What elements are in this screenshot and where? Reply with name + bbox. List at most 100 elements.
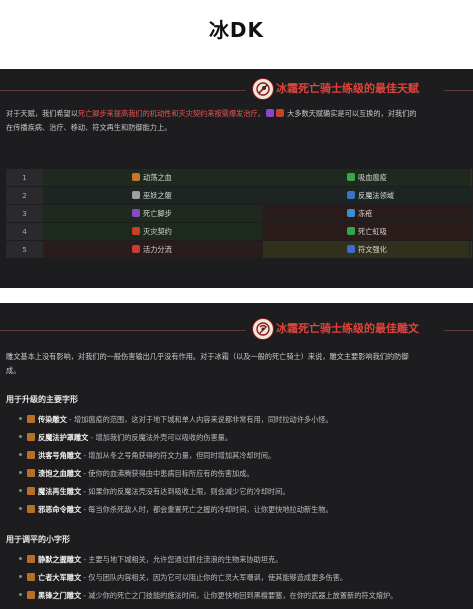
intro-highlight: 死亡脚步来提高我们的机动性和灭灾契约来按需爆发治疗。 [77, 109, 265, 118]
glyph-name[interactable]: 静默之握雕文 [38, 555, 81, 564]
glyph-item-icon [27, 469, 35, 477]
death-advance-icon [265, 109, 274, 117]
talent-section-title: 冰霜死亡骑士练级的最佳天赋 [276, 82, 419, 95]
glyph-intro-line2: 成。 [6, 366, 21, 375]
glyph-item-icon [27, 505, 35, 513]
talent-choice[interactable]: 动荡之血 [44, 169, 263, 186]
talent-choice[interactable]: 冻疮 [263, 205, 470, 222]
talent-name: 动荡之血 [143, 173, 172, 182]
talent-level: 5 [6, 241, 44, 258]
talent-name: 死亡脚步 [143, 209, 172, 218]
talent-icon [132, 209, 140, 217]
glyph-name[interactable]: 洪客号角雕文 [38, 451, 81, 460]
talent-name: 活力分流 [143, 245, 172, 254]
talent-icon [132, 173, 140, 181]
talent-choice[interactable]: 死亡脚步 [44, 205, 263, 222]
glyph-name[interactable]: 溃饱之血雕文 [38, 469, 81, 478]
divider-left [0, 330, 246, 331]
list-item: 邪恶命令雕文 - 每当你杀死敌人时，都会重置死亡之握的冷却时间，让你更快地拉动新… [19, 503, 333, 517]
list-item: 魔法再生雕文 - 如果你的反魔法壳没有达到吸收上限，则会减少它的冷却时间。 [19, 485, 290, 499]
talent-name: 死亡虹吸 [358, 227, 387, 236]
glyph-name[interactable]: 黑锋之门雕文 [38, 591, 81, 600]
glyph-desc: - 使你的血沸腾获得由中患病目标所应有的伤害加成。 [81, 469, 254, 478]
glyph-item-icon [27, 591, 35, 599]
blight-pact-icon [275, 109, 284, 117]
intro-text-2: 大多数天赋确实是可以互换的，对我们的 [287, 109, 417, 118]
glyph-section-title: 冰霜死亡骑士练级的最佳雕文 [276, 322, 419, 335]
list-item: 溃饱之血雕文 - 使你的血沸腾获得由中患病目标所应有的伤害加成。 [19, 467, 254, 481]
talent-icon [132, 245, 140, 253]
talent-row: 3 死亡脚步 冻疮 [6, 205, 473, 222]
glyph-desc: - 增加从冬之号角获得的符文力量，但同时增加其冷却时间。 [81, 451, 276, 460]
talent-row: 2 巫妖之躯 反魔法领域 [6, 187, 473, 204]
bullet [19, 507, 22, 510]
bullet [19, 489, 22, 492]
talent-level: 4 [6, 223, 44, 240]
talent-choice[interactable]: 死亡虹吸 [263, 223, 470, 240]
glyph-desc: - 减少你的死亡之门技能的施法时间，让你更快地回到黑檀要塞，在你的武器上放置新的… [81, 591, 398, 600]
glyph-desc: - 增加瘟疫的范围，这对于地下城和单人内容来说都非常有用，同时拉动许多小怪。 [66, 415, 333, 424]
talent-icon [347, 173, 355, 181]
bullet [19, 471, 22, 474]
glyph-item-icon [27, 573, 35, 581]
talent-intro-line2: 在传播疾病、治疗、移动、符文再生和防御能力上。 [6, 123, 172, 132]
talent-name: 吸血瘟疫 [358, 173, 387, 182]
talent-icon [347, 245, 355, 253]
talent-row: 4 灭灾契约 死亡虹吸 [6, 223, 473, 240]
glyph-name[interactable]: 亡者大军雕文 [38, 573, 81, 582]
page-title: 冰DK [208, 18, 265, 42]
list-item: 传染雕文 - 增加瘟疫的范围，这对于地下城和单人内容来说都非常有用，同时拉动许多… [19, 413, 333, 427]
bullet [19, 453, 22, 456]
list-item: 黑锋之门雕文 - 减少你的死亡之门技能的施法时间，让你更快地回到黑檀要塞，在你的… [19, 589, 397, 603]
talent-name: 符文强化 [358, 245, 387, 254]
glyph-item-icon [27, 415, 35, 423]
glyph-name[interactable]: 传染雕文 [38, 415, 67, 424]
talent-name: 巫妖之躯 [143, 191, 172, 200]
glyph-panel: 冰霜死亡骑士练级的最佳雕文 雕文基本上没有影响，对我们的一般伤害输出几乎没有作用… [0, 303, 473, 609]
talent-name: 冻疮 [358, 209, 373, 218]
talent-choice[interactable]: 符文强化 [263, 241, 470, 258]
bullet [19, 557, 22, 560]
talent-intro-line1: 对于天赋，我们希望以死亡脚步来提高我们的机动性和灭灾契约来按需爆发治疗。 大多数… [6, 107, 467, 121]
talent-choice[interactable]: 吸血瘟疫 [263, 169, 470, 186]
major-glyphs-heading: 用于升级的主要字形 [6, 395, 78, 404]
list-item: 静默之握雕文 - 主要与地下城相关，允许您通过抓住流浪的生物来协助坦克。 [19, 553, 282, 567]
talent-icon [347, 209, 355, 217]
divider-right [444, 90, 473, 91]
talent-choice[interactable]: 反魔法领域 [263, 187, 470, 204]
talent-icon [132, 191, 140, 199]
talent-name: 灭灾契约 [143, 227, 172, 236]
talent-row: 5 活力分流 符文强化 [6, 241, 473, 258]
glyph-item-icon [27, 433, 35, 441]
list-item: 洪客号角雕文 - 增加从冬之号角获得的符文力量，但同时增加其冷却时间。 [19, 449, 275, 463]
talent-name: 反魔法领域 [358, 191, 394, 200]
divider-left [0, 90, 246, 91]
glyph-desc: - 仅与团队内容相关，因为它可以阻止你的亡灵大军嘲讽，使其能够造成更多伤害。 [81, 573, 348, 582]
talent-level: 2 [6, 187, 44, 204]
talent-icon [347, 227, 355, 235]
talent-choice[interactable]: 活力分流 [44, 241, 263, 258]
death-knight-icon [252, 78, 274, 100]
glyph-name[interactable]: 魔法再生雕文 [38, 487, 81, 496]
glyph-icon [252, 318, 274, 340]
talent-icon [132, 227, 140, 235]
talent-choice[interactable]: 巫妖之躯 [44, 187, 263, 204]
divider-right [444, 330, 473, 331]
glyph-name[interactable]: 反魔法护罩雕文 [38, 433, 88, 442]
talent-panel: 冰霜死亡骑士练级的最佳天赋 对于天赋，我们希望以死亡脚步来提高我们的机动性和灭灾… [0, 69, 473, 288]
talent-section-header: 冰霜死亡骑士练级的最佳天赋 [0, 77, 473, 103]
minor-glyphs-heading: 用于调平的小字形 [6, 535, 70, 544]
glyph-desc: - 每当你杀死敌人时，都会重置死亡之握的冷却时间，让你更快地拉动新生物。 [81, 505, 333, 514]
glyph-item-icon [27, 487, 35, 495]
talent-choice[interactable]: 灭灾契约 [44, 223, 263, 240]
bullet [19, 417, 22, 420]
glyph-name[interactable]: 邪恶命令雕文 [38, 505, 81, 514]
glyph-item-icon [27, 555, 35, 563]
glyph-desc: - 如果你的反魔法壳没有达到吸收上限，则会减少它的冷却时间。 [81, 487, 290, 496]
intro-text: 对于天赋，我们希望以 [6, 109, 78, 118]
glyph-desc: - 增加我们的反魔法外壳可以吸收的伤害量。 [88, 433, 233, 442]
glyph-section-header: 冰霜死亡骑士练级的最佳雕文 [0, 317, 473, 343]
title-bar: 冰DK [0, 0, 473, 68]
list-item: 反魔法护罩雕文 - 增加我们的反魔法外壳可以吸收的伤害量。 [19, 431, 232, 445]
glyph-item-icon [27, 451, 35, 459]
